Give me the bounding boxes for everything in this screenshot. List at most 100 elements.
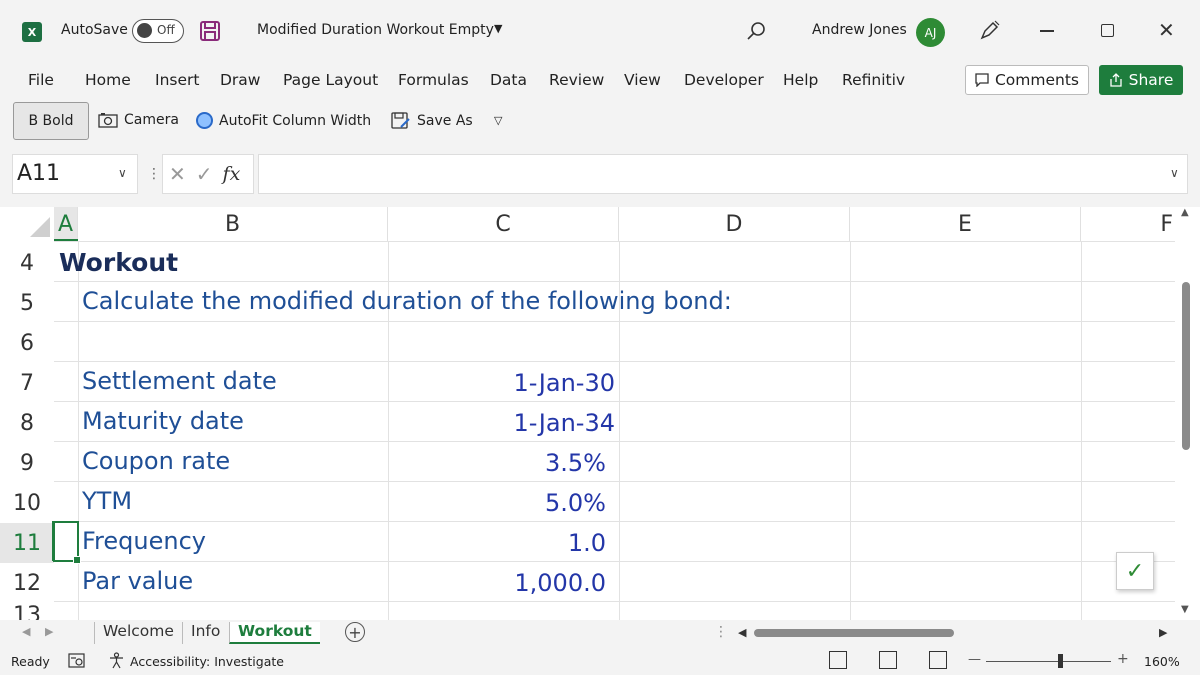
value-ytm[interactable]: 5.0%	[400, 489, 606, 517]
autofit-button[interactable]: AutoFit Column Width	[196, 112, 371, 129]
label-ytm[interactable]: YTM	[82, 487, 132, 515]
zoom-level[interactable]: 160%	[1144, 654, 1180, 669]
label-maturity-date[interactable]: Maturity date	[82, 407, 244, 435]
value-par-value[interactable]: 1,000.0	[400, 569, 606, 597]
horizontal-scroll-thumb[interactable]	[754, 629, 954, 637]
row-header-4[interactable]: 4	[0, 243, 54, 283]
row-header-11[interactable]: 11	[0, 523, 54, 563]
bold-button[interactable]: B Bold	[13, 102, 89, 140]
menu-review[interactable]: Review	[549, 71, 604, 89]
maximize-icon[interactable]	[1101, 24, 1114, 37]
tab-prev-icon[interactable]: ◀	[22, 625, 30, 638]
camera-icon	[98, 113, 118, 128]
enter-icon[interactable]: ✓	[196, 162, 213, 186]
accessibility-icon[interactable]	[108, 652, 125, 669]
tab-welcome[interactable]: Welcome	[94, 622, 182, 644]
workout-heading[interactable]: Workout	[59, 248, 178, 277]
scroll-right-icon[interactable]: ▶	[1159, 626, 1167, 639]
instruction-text[interactable]: Calculate the modified duration of the f…	[82, 287, 732, 315]
row-header-10[interactable]: 10	[0, 483, 54, 523]
row-header-9[interactable]: 9	[0, 443, 54, 483]
row-header-5[interactable]: 5	[0, 283, 54, 323]
gridline	[54, 281, 1175, 282]
menu-help[interactable]: Help	[783, 71, 818, 89]
menu-insert[interactable]: Insert	[155, 71, 199, 89]
gridline	[54, 321, 1175, 322]
cancel-icon[interactable]: ✕	[169, 162, 186, 186]
column-header-e[interactable]: E	[850, 207, 1081, 241]
column-header-f[interactable]: F	[1081, 207, 1175, 241]
menu-data[interactable]: Data	[490, 71, 527, 89]
page-layout-view-icon[interactable]	[879, 651, 897, 669]
search-icon[interactable]	[745, 20, 767, 42]
selected-cell-a11[interactable]	[53, 521, 81, 564]
avatar[interactable]: AJ	[916, 18, 945, 47]
row-header-12[interactable]: 12	[0, 563, 54, 603]
value-maturity-date[interactable]: 1-Jan-34	[400, 409, 615, 437]
comment-icon	[975, 73, 989, 87]
share-button[interactable]: Share	[1099, 65, 1183, 95]
excel-logo-icon: X	[22, 22, 46, 42]
formula-input[interactable]	[258, 154, 1188, 194]
label-coupon-rate[interactable]: Coupon rate	[82, 447, 230, 475]
menu-view[interactable]: View	[624, 71, 661, 89]
autosave-toggle[interactable]: Off	[132, 19, 184, 43]
tab-info[interactable]: Info	[182, 622, 228, 644]
title-dropdown-icon[interactable]: ▼	[494, 22, 502, 35]
zoom-slider[interactable]	[986, 661, 1111, 662]
scroll-left-icon[interactable]: ◀	[738, 626, 746, 639]
tab-next-icon[interactable]: ▶	[45, 625, 53, 638]
zoom-out-icon[interactable]: —	[968, 652, 981, 667]
accessibility-status[interactable]: Accessibility: Investigate	[130, 654, 284, 669]
zoom-slider-knob[interactable]	[1058, 654, 1063, 668]
row-header-13[interactable]: 13	[0, 603, 54, 620]
tab-workout[interactable]: Workout	[229, 622, 320, 644]
value-settlement-date[interactable]: 1-Jan-30	[400, 369, 615, 397]
customize-toolbar-icon[interactable]: ▽	[494, 114, 502, 127]
row-header-7[interactable]: 7	[0, 363, 54, 403]
row-header-6[interactable]: 6	[0, 323, 54, 363]
user-name[interactable]: Andrew Jones	[812, 22, 907, 38]
value-coupon-rate[interactable]: 3.5%	[400, 449, 606, 477]
menu-home[interactable]: Home	[85, 71, 131, 89]
minimize-icon[interactable]	[1040, 30, 1054, 32]
document-title[interactable]: Modified Duration Workout Empty	[257, 22, 494, 38]
tab-split-handle-icon[interactable]: ⋮	[714, 624, 728, 640]
value-frequency[interactable]: 1.0	[400, 529, 606, 557]
select-all-corner[interactable]	[0, 207, 54, 241]
scroll-down-icon[interactable]: ▼	[1181, 604, 1189, 615]
menu-refinitiv[interactable]: Refinitiv	[842, 71, 905, 89]
camera-button[interactable]: Camera	[98, 112, 179, 128]
add-sheet-icon[interactable]: +	[345, 622, 365, 642]
macro-record-icon[interactable]	[68, 652, 85, 669]
column-header-a[interactable]: A	[54, 207, 78, 241]
menu-formulas[interactable]: Formulas	[398, 71, 469, 89]
row-header-8[interactable]: 8	[0, 403, 54, 443]
label-frequency[interactable]: Frequency	[82, 527, 206, 555]
gridline	[54, 361, 1175, 362]
menu-draw[interactable]: Draw	[220, 71, 260, 89]
save-as-button[interactable]: Save As	[391, 112, 473, 130]
name-box-dropdown-icon[interactable]: ∨	[118, 166, 127, 180]
expand-formula-bar-icon[interactable]: ∨	[1170, 166, 1179, 180]
column-header-c[interactable]: C	[388, 207, 619, 241]
insert-function-button[interactable]: fx	[223, 163, 241, 185]
menu-file[interactable]: File	[28, 71, 54, 89]
autofit-label: AutoFit Column Width	[219, 112, 372, 129]
column-header-d[interactable]: D	[619, 207, 850, 241]
comments-button[interactable]: Comments	[965, 65, 1089, 95]
label-par-value[interactable]: Par value	[82, 567, 193, 595]
checkmark-icon[interactable]: ✓	[1116, 552, 1154, 590]
zoom-in-icon[interactable]: +	[1117, 651, 1129, 667]
label-settlement-date[interactable]: Settlement date	[82, 367, 277, 395]
menu-developer[interactable]: Developer	[684, 71, 764, 89]
normal-view-icon[interactable]	[829, 651, 847, 669]
column-header-b[interactable]: B	[78, 207, 388, 241]
vertical-scroll-thumb[interactable]	[1182, 282, 1190, 450]
save-icon[interactable]	[199, 20, 221, 42]
menu-page-layout[interactable]: Page Layout	[283, 71, 378, 89]
close-icon[interactable]: ✕	[1158, 18, 1175, 42]
pen-icon[interactable]	[978, 20, 1000, 42]
page-break-view-icon[interactable]	[929, 651, 947, 669]
scroll-up-icon[interactable]: ▲	[1181, 207, 1189, 218]
